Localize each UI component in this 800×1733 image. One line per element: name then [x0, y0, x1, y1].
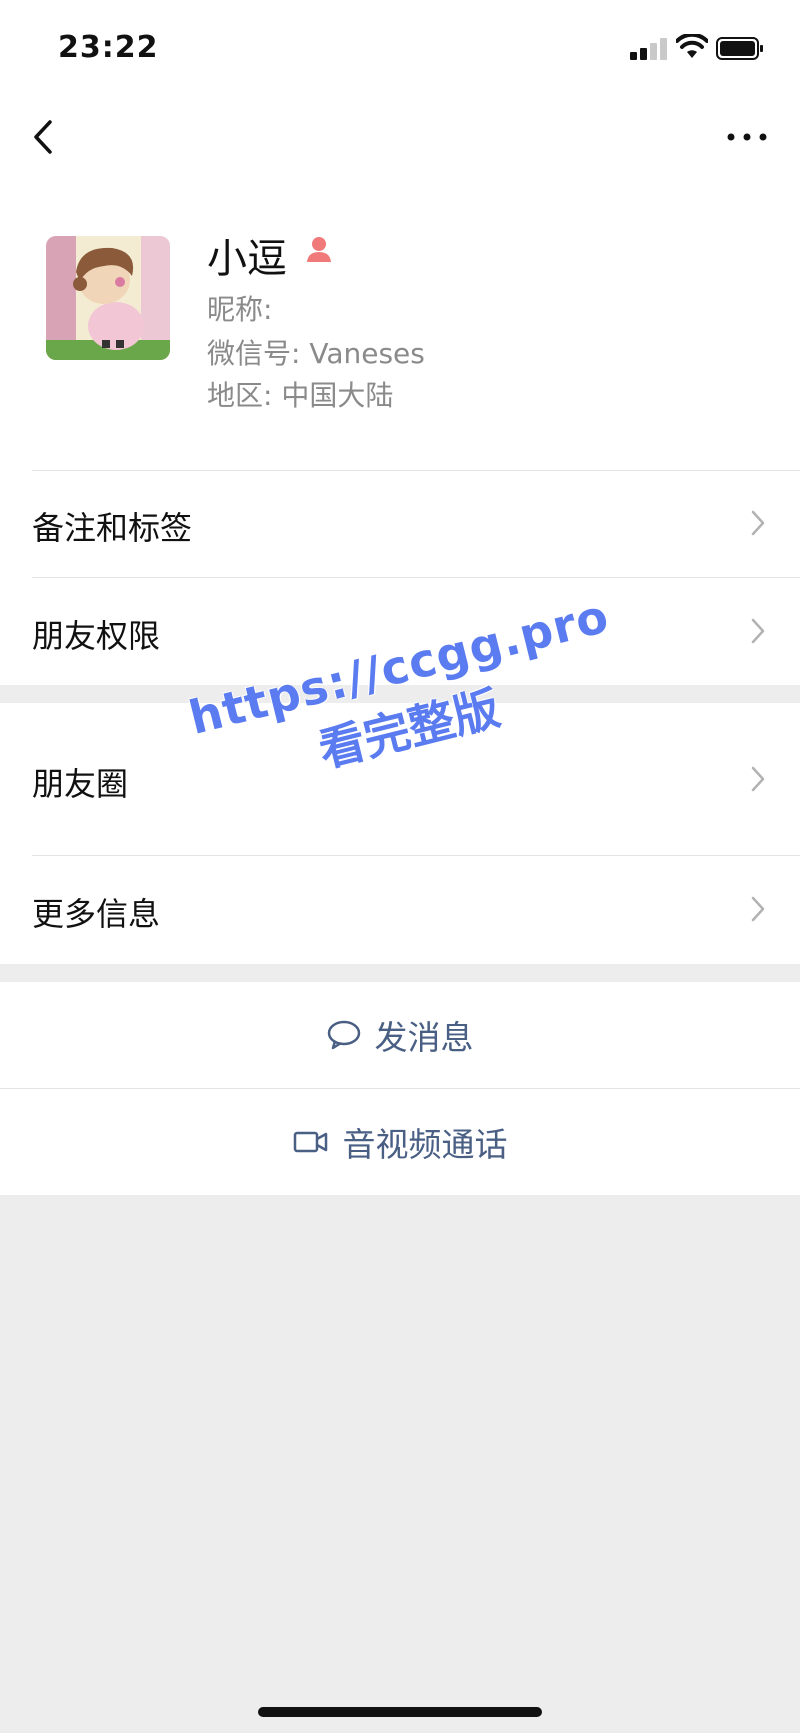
- wechat-id-line: 微信号: Vaneses: [207, 337, 425, 370]
- send-message-button[interactable]: 发消息: [0, 982, 800, 1088]
- status-time: 23:22: [58, 30, 159, 65]
- region-line: 地区: 中国大陆: [207, 379, 394, 412]
- contact-name: 小逗: [207, 236, 287, 282]
- row-label: 备注和标签: [32, 509, 193, 547]
- back-icon[interactable]: [26, 116, 66, 158]
- row-remarks-tags[interactable]: 备注和标签: [0, 470, 800, 577]
- wifi-icon: [676, 34, 708, 58]
- profile-header: 小逗 昵称: 微信号: Vaneses 地区: 中国大陆: [0, 176, 800, 470]
- chevron-right-icon: [751, 618, 765, 644]
- row-label: 朋友权限: [32, 617, 161, 655]
- avatar[interactable]: [46, 236, 170, 360]
- home-indicator[interactable]: [258, 1707, 542, 1717]
- chevron-right-icon: [751, 766, 765, 792]
- row-more-info[interactable]: 更多信息: [0, 856, 800, 964]
- chevron-right-icon: [751, 896, 765, 922]
- chat-bubble-icon: [327, 1020, 360, 1050]
- video-call-button[interactable]: 音视频通话: [0, 1089, 800, 1195]
- video-camera-icon: [293, 1131, 327, 1153]
- battery-icon: [716, 37, 763, 60]
- row-label: 朋友圈: [32, 765, 129, 803]
- more-options-icon[interactable]: [722, 116, 772, 158]
- row-label: 更多信息: [32, 895, 161, 933]
- send-message-label: 发消息: [374, 1018, 474, 1057]
- female-gender-icon: [307, 237, 331, 262]
- signal-icon: [630, 38, 668, 60]
- status-bar: 23:22: [0, 0, 800, 96]
- chevron-right-icon: [751, 510, 765, 536]
- video-call-label: 音视频通话: [342, 1125, 508, 1164]
- nickname-line: 昵称:: [207, 293, 273, 326]
- nav-bar: [0, 96, 800, 176]
